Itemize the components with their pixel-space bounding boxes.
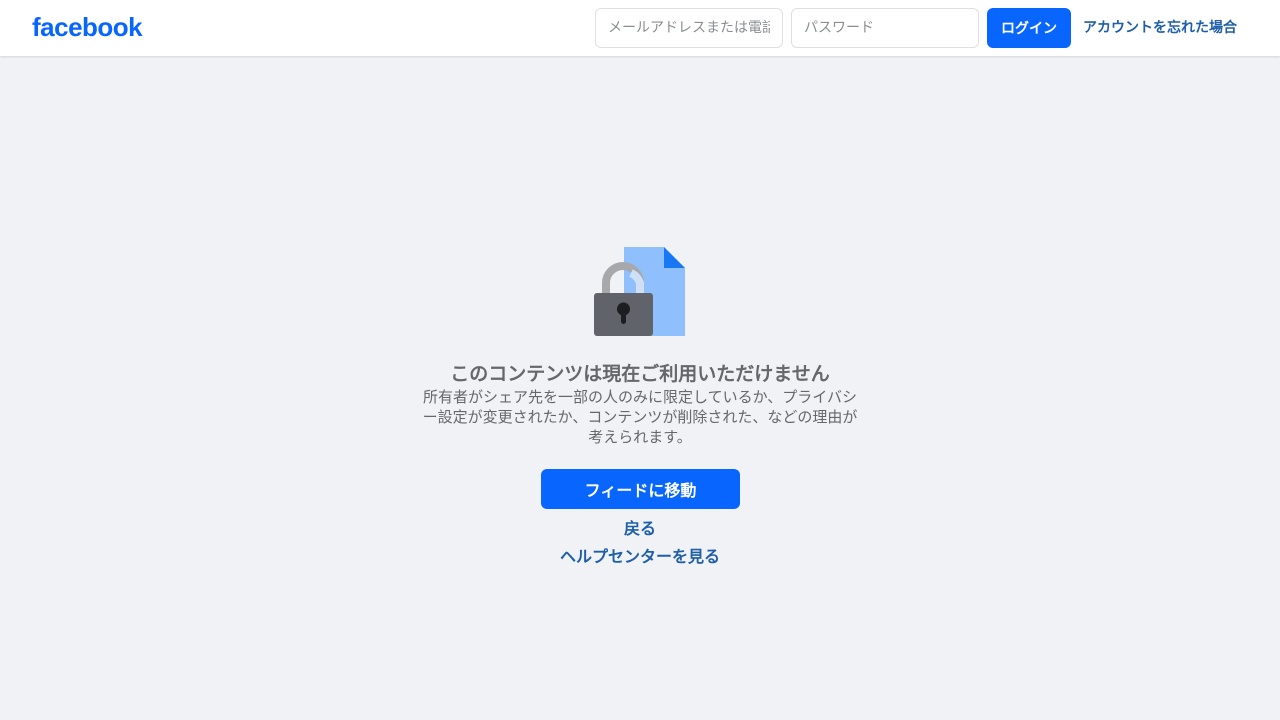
unavailable-description: 所有者がシェア先を一部の人のみに限定しているか、プライバシー設定が変更されたか、…: [422, 388, 858, 446]
password-field[interactable]: [791, 8, 979, 48]
top-navigation-bar: facebook ログイン アカウントを忘れた場合: [0, 0, 1280, 56]
locked-document-icon: [594, 247, 685, 336]
facebook-logo[interactable]: facebook: [32, 11, 143, 43]
unavailable-title: このコンテンツは現在ご利用いただけません: [450, 363, 830, 385]
go-to-feed-button[interactable]: フィードに移動: [541, 469, 740, 509]
email-field[interactable]: [595, 8, 783, 48]
help-center-link[interactable]: ヘルプセンターを見る: [440, 546, 840, 568]
login-button[interactable]: ログイン: [987, 8, 1071, 48]
back-link[interactable]: 戻る: [440, 518, 840, 540]
forgot-account-link[interactable]: アカウントを忘れた場合: [1083, 18, 1237, 38]
